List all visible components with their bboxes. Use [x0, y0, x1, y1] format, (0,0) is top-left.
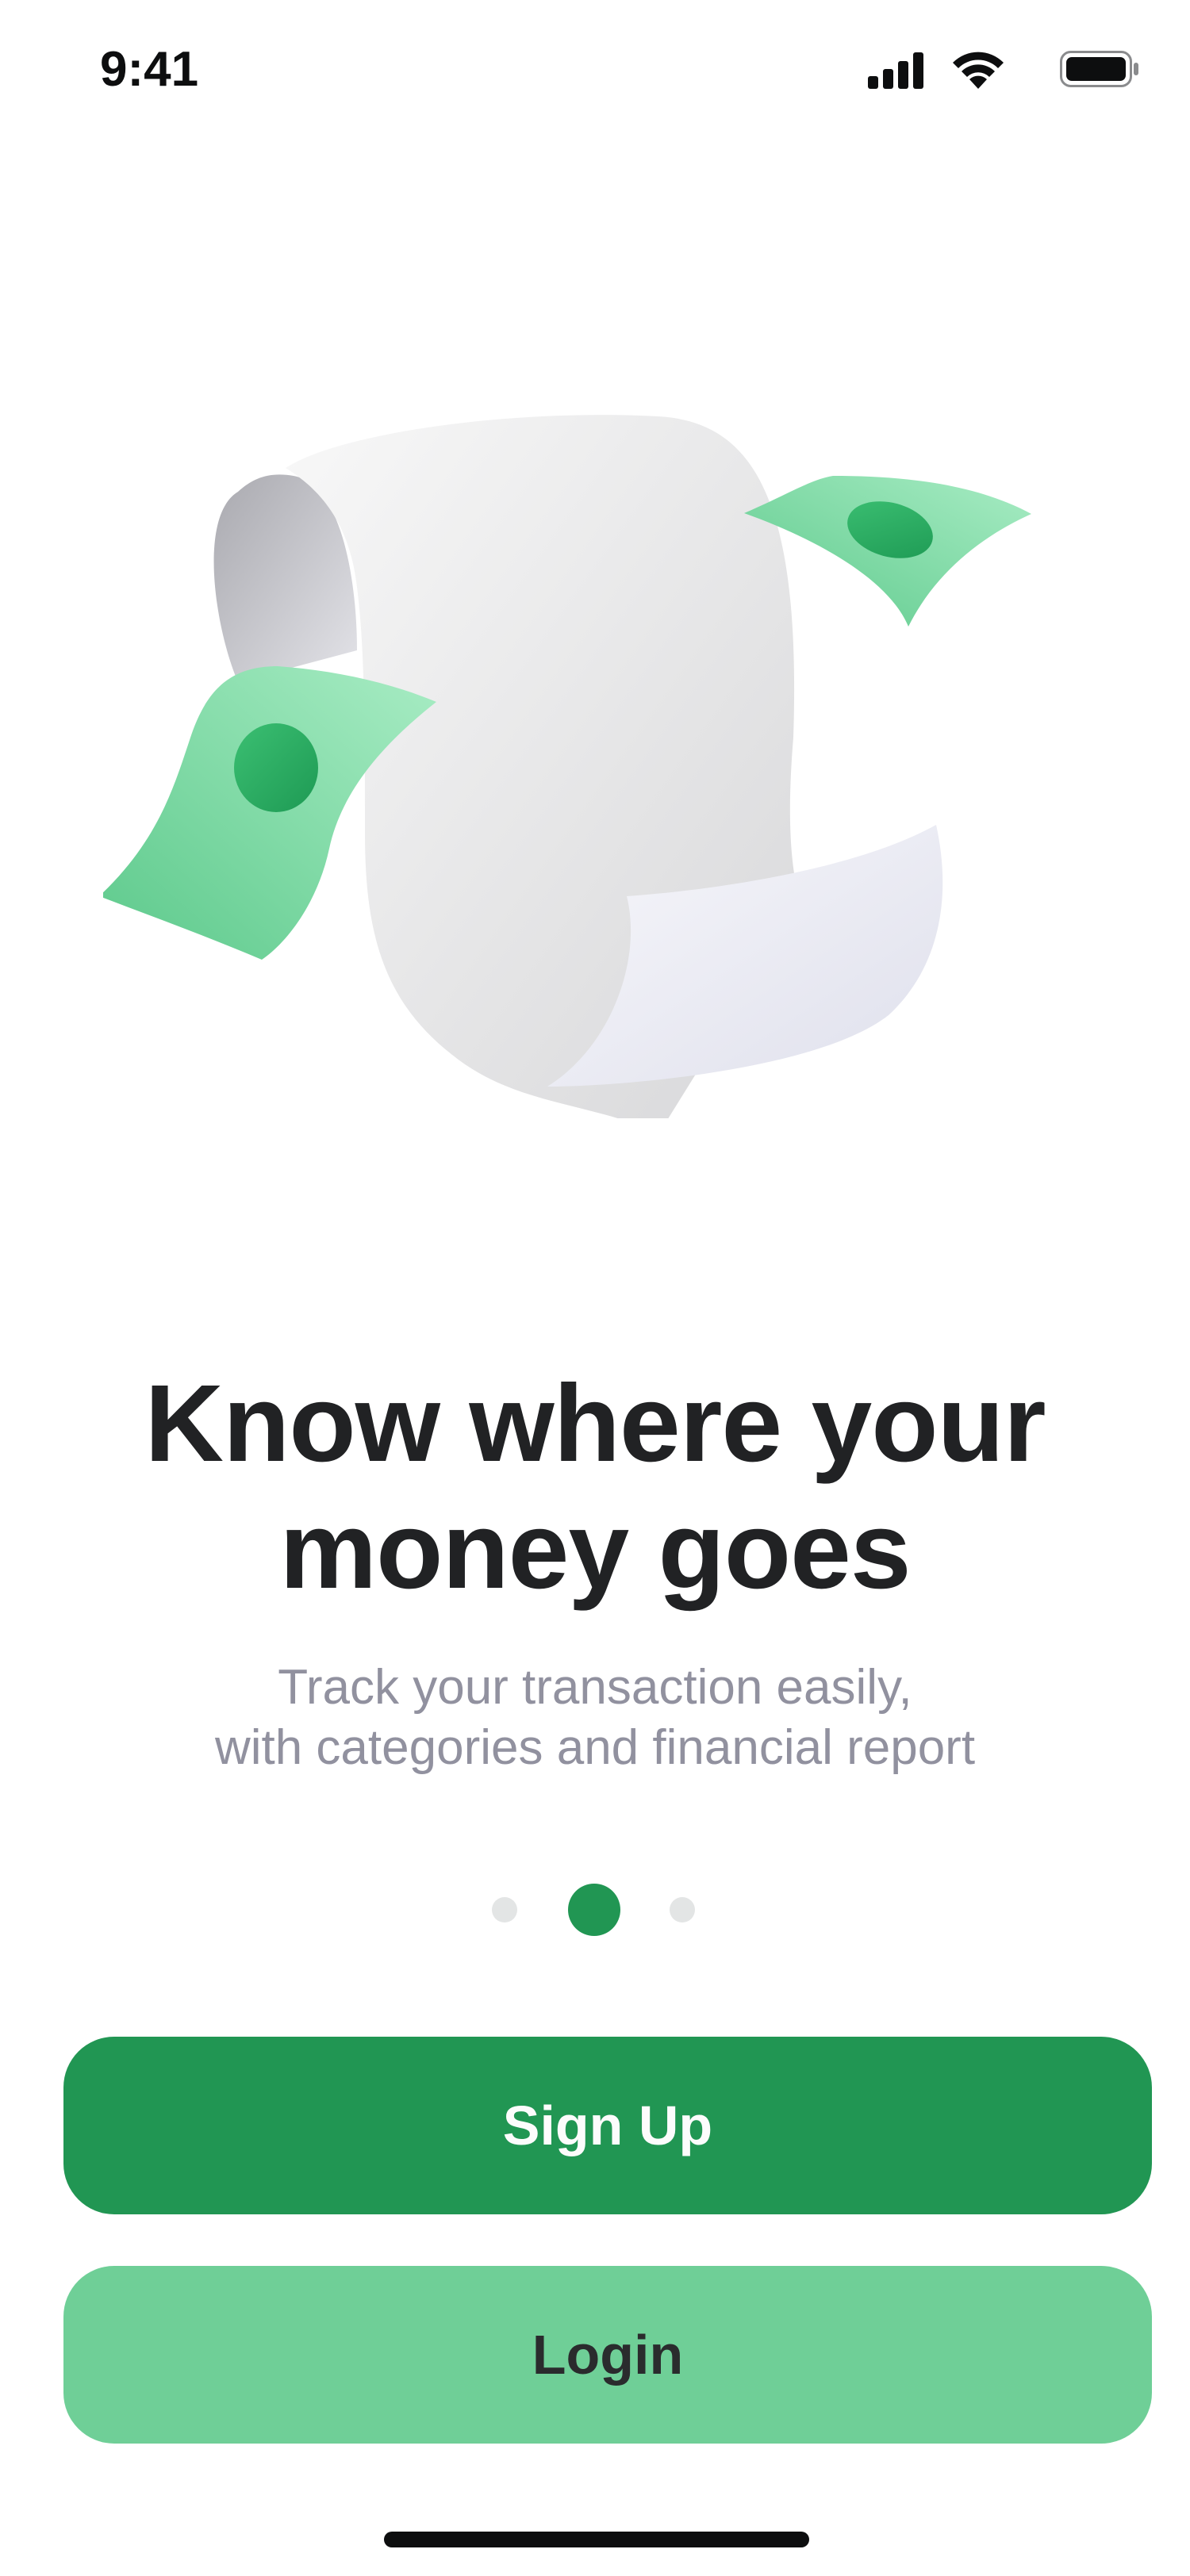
- wifi-icon: [953, 52, 1004, 89]
- subtitle-line-2: with categories and financial report: [214, 1720, 976, 1775]
- onboarding-headline: Know where your money goes: [0, 1360, 1190, 1614]
- home-indicator[interactable]: [384, 2532, 809, 2547]
- page-dot-3[interactable]: [670, 1897, 695, 1922]
- cellular-signal-icon: [868, 52, 923, 89]
- subtitle-line-1: Track your transaction easily,: [278, 1660, 912, 1715]
- login-button[interactable]: Login: [63, 2266, 1152, 2444]
- page-dot-1[interactable]: [492, 1897, 517, 1922]
- battery-icon: [1060, 51, 1138, 87]
- receipt-with-money-illustration: [103, 415, 1031, 1118]
- headline-line-2: money goes: [279, 1489, 911, 1612]
- status-time: 9:41: [100, 42, 199, 97]
- sign-up-button[interactable]: Sign Up: [63, 2037, 1152, 2214]
- headline-line-1: Know where your: [144, 1363, 1046, 1485]
- page-dot-2-active[interactable]: [568, 1884, 620, 1936]
- status-bar: 9:41: [0, 0, 1190, 151]
- onboarding-subtitle: Track your transaction easily, with cate…: [0, 1658, 1190, 1778]
- page-indicator: [0, 1880, 1190, 1936]
